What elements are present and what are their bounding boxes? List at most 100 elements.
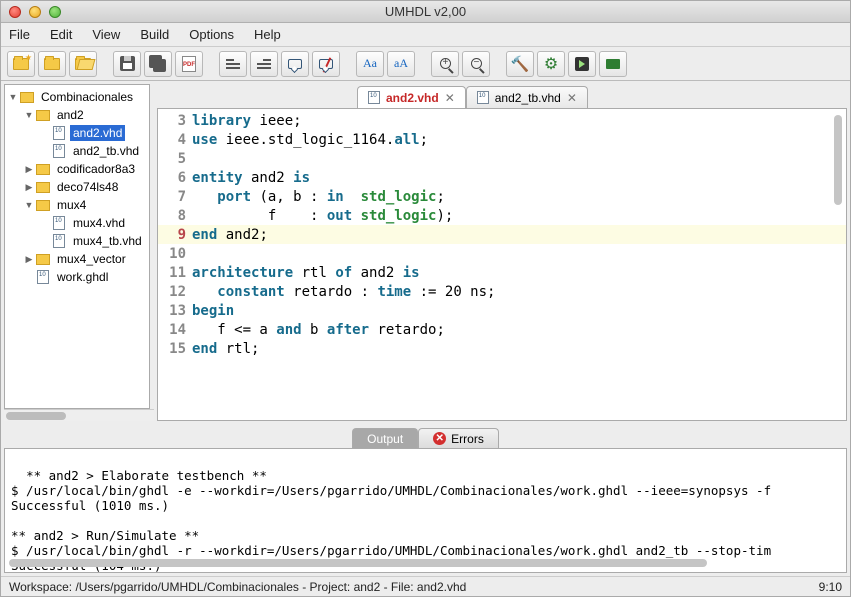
code-text: library ieee; [192,113,302,129]
menu-help[interactable]: Help [254,27,281,42]
indent-icon [257,59,271,69]
code-editor[interactable]: 3library ieee;4use ieee.std_logic_1164.a… [157,108,847,421]
code-line[interactable]: 13begin [158,301,846,320]
console-scrollbar[interactable] [9,559,830,569]
line-number: 7 [158,189,192,205]
export-pdf-button[interactable]: PDF [175,51,203,77]
code-line[interactable]: 3library ieee; [158,111,846,130]
file-icon [477,91,489,104]
code-line[interactable]: 6entity and2 is [158,168,846,187]
line-number: 14 [158,322,192,338]
indent-button[interactable] [250,51,278,77]
tree-item[interactable]: ▼and2 [5,106,149,124]
zoom-window-button[interactable] [49,6,61,18]
tree-item[interactable]: ▶mux4_vector [5,250,149,268]
comment-button[interactable] [281,51,309,77]
code-line[interactable]: 10 [158,244,846,263]
code-line[interactable]: 12 constant retardo : time := 20 ns; [158,282,846,301]
tree-item[interactable]: ▶codificador8a3 [5,160,149,178]
font-larger-button[interactable]: aA [387,51,415,77]
editor-tab[interactable]: and2_tb.vhd✕ [466,86,588,108]
menu-edit[interactable]: Edit [50,27,72,42]
code-line[interactable]: 5 [158,149,846,168]
editor-tabs: and2.vhd✕and2_tb.vhd✕ [157,84,847,108]
close-window-button[interactable] [9,6,21,18]
chip-icon [606,59,620,69]
run-icon [575,57,589,71]
file-icon [53,216,65,230]
uncomment-button[interactable] [312,51,340,77]
tab-errors[interactable]: ✕Errors [418,428,499,448]
collapse-icon[interactable]: ▼ [23,200,35,210]
code-line[interactable]: 9end and2; [158,225,846,244]
error-icon: ✕ [433,432,446,445]
file-icon [53,144,65,158]
tree-item[interactable]: ▶deco74ls48 [5,178,149,196]
outdent-icon [226,59,240,69]
code-text: begin [192,303,234,319]
zoom-in-button[interactable] [431,51,459,77]
menu-view[interactable]: View [92,27,120,42]
line-number: 15 [158,341,192,357]
collapse-icon[interactable]: ▼ [23,110,35,120]
tree-item[interactable]: work.ghdl [5,268,149,286]
close-tab-icon[interactable]: ✕ [445,91,455,105]
project-tree[interactable]: ▼ Combinacionales ▼and2and2.vhdand2_tb.v… [4,84,150,409]
minimize-window-button[interactable] [29,6,41,18]
code-line[interactable]: 4use ieee.std_logic_1164.all; [158,130,846,149]
outdent-button[interactable] [219,51,247,77]
window-title: UMHDL v2,00 [1,4,850,19]
simulate-button[interactable] [599,51,627,77]
line-number: 4 [158,132,192,148]
tab-output[interactable]: Output [352,428,418,448]
folder-icon [36,200,50,211]
line-number: 6 [158,170,192,186]
editor-tab[interactable]: and2.vhd✕ [357,86,466,108]
code-line[interactable]: 14 f <= a and b after retardo; [158,320,846,339]
expand-icon[interactable]: ▶ [23,182,35,193]
output-console[interactable]: ** and2 > Elaborate testbench ** $ /usr/… [4,448,847,573]
open-button[interactable] [69,51,97,77]
tree-scrollbar[interactable] [4,409,154,421]
save-all-button[interactable] [144,51,172,77]
run-button[interactable] [568,51,596,77]
font-smaller-button[interactable]: Aa [356,51,384,77]
toolbar: PDF Aa aA 🔨 ⚙ [1,47,850,81]
expand-icon[interactable]: ▶ [23,254,35,265]
code-line[interactable]: 8 f : out std_logic); [158,206,846,225]
folder-icon [36,182,50,193]
status-left: Workspace: /Users/pgarrido/UMHDL/Combina… [9,580,466,594]
settings-button[interactable]: ⚙ [537,51,565,77]
expand-icon[interactable]: ▶ [23,164,35,175]
tree-root[interactable]: ▼ Combinacionales [5,88,149,106]
folder-icon [44,58,60,70]
new-project-button[interactable] [7,51,35,77]
tree-item[interactable]: and2_tb.vhd [5,142,149,160]
code-line[interactable]: 7 port (a, b : in std_logic; [158,187,846,206]
code-line[interactable]: 11architecture rtl of and2 is [158,263,846,282]
line-number: 8 [158,208,192,224]
save-button[interactable] [113,51,141,77]
zoom-out-button[interactable] [462,51,490,77]
zoom-in-icon [440,58,451,69]
collapse-icon[interactable]: ▼ [7,92,19,102]
code-text: constant retardo : time := 20 ns; [192,284,495,300]
menu-build[interactable]: Build [140,27,169,42]
line-number: 11 [158,265,192,281]
folder-icon [36,164,50,175]
build-button[interactable]: 🔨 [506,51,534,77]
uncomment-icon [319,59,333,69]
code-text: entity and2 is [192,170,310,186]
new-file-button[interactable] [38,51,66,77]
tree-item[interactable]: and2.vhd [5,124,149,142]
tree-item[interactable]: mux4_tb.vhd [5,232,149,250]
code-text: f <= a and b after retardo; [192,322,445,338]
close-tab-icon[interactable]: ✕ [567,91,577,105]
tree-item-label: and2.vhd [70,125,125,141]
menu-file[interactable]: File [9,27,30,42]
code-line[interactable]: 15end rtl; [158,339,846,358]
editor-scrollbar[interactable] [834,111,844,391]
tree-item[interactable]: mux4.vhd [5,214,149,232]
menu-options[interactable]: Options [189,27,234,42]
tree-item[interactable]: ▼mux4 [5,196,149,214]
